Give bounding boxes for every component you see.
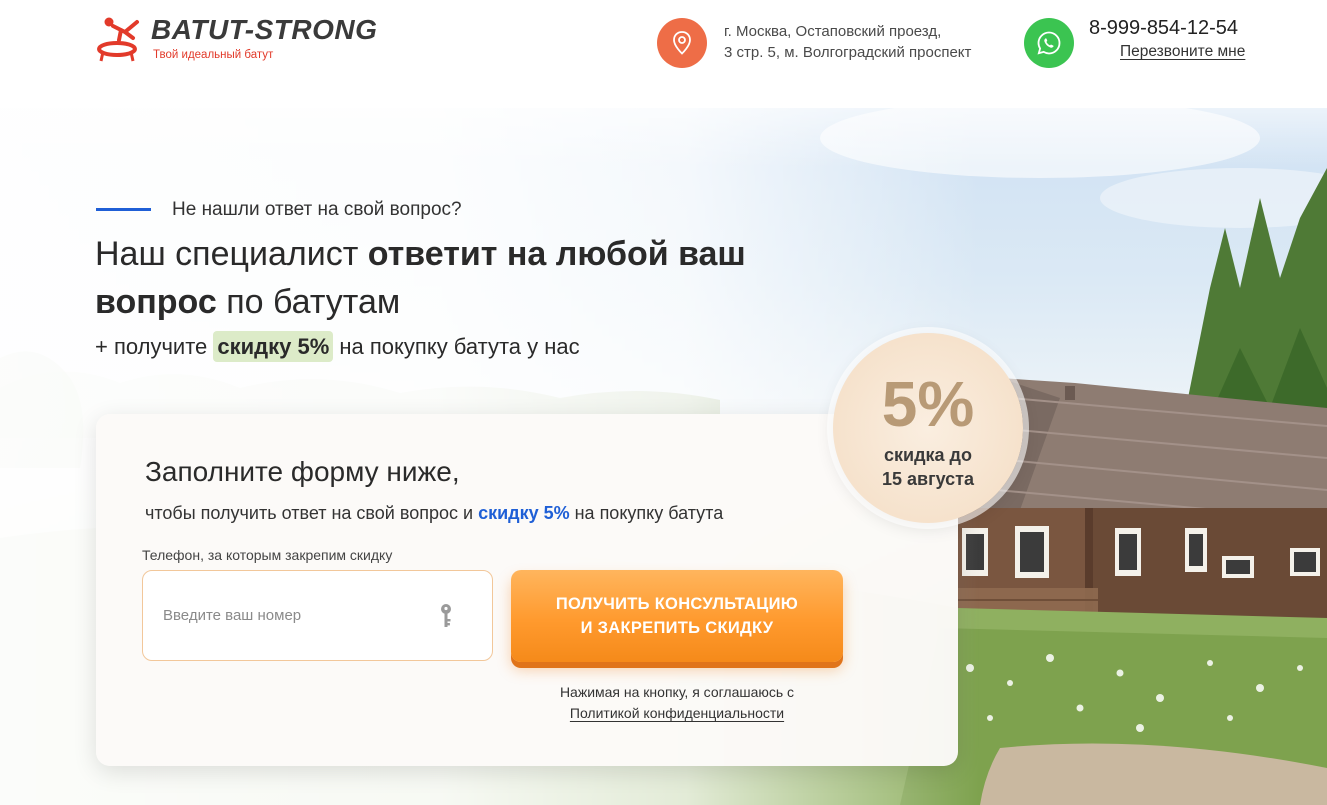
hero-subline: + получите скидку 5% на покупку батута у… (95, 331, 580, 362)
consent-note: Нажимая на кнопку, я соглашаюсь с Полити… (511, 682, 843, 724)
trampoline-jumper-icon (97, 17, 139, 62)
address-line-1: г. Москва, Остаповский проезд, (724, 23, 942, 40)
headline-part-1: Наш специалист (95, 235, 368, 273)
privacy-policy-link[interactable]: Политикой конфиденциальности (570, 705, 784, 721)
eyebrow-text: Не нашли ответ на свой вопрос? (172, 199, 462, 220)
hero-top-fade (0, 108, 1327, 168)
address-line-2: 3 стр. 5, м. Волгоградский проспект (724, 44, 972, 61)
form-subtitle-suffix: на покупку батута (569, 503, 724, 523)
badge-line-1: скидка до (884, 445, 972, 465)
badge-line-2: 15 августа (882, 469, 974, 489)
map-pin-icon (657, 18, 707, 68)
discount-badge: 5% скидка до 15 августа (833, 333, 1023, 523)
phone-input[interactable] (143, 571, 433, 660)
phone-field-label: Телефон, за которым закрепим скидку (142, 547, 393, 563)
headline-part-2: по батутам (216, 283, 401, 321)
key-icon (441, 604, 451, 627)
form-subtitle-prefix: чтобы получить ответ на свой вопрос и (145, 503, 479, 523)
logo-title: BATUT-STRONG (151, 14, 378, 45)
hero-headline: Наш специалист ответит на любой ваш вопр… (95, 230, 855, 326)
consent-text: Нажимая на кнопку, я соглашаюсь с (559, 684, 795, 700)
callback-link[interactable]: Перезвоните мне (1120, 43, 1245, 61)
subline-prefix: + получите (95, 334, 214, 359)
subline-highlight: скидку 5% (213, 331, 334, 362)
cta-line-1: ПОЛУЧИТЬ КОНСУЛЬТАЦИЮ (555, 595, 799, 613)
badge-percent: 5% (881, 368, 975, 440)
get-consultation-button[interactable]: ПОЛУЧИТЬ КОНСУЛЬТАЦИЮ И ЗАКРЕПИТЬ СКИДКУ (511, 570, 843, 662)
form-subtitle: чтобы получить ответ на свой вопрос и ск… (145, 503, 723, 524)
site-header: BATUT-STRONG Твой идеальный батут г. Мос… (0, 0, 1327, 108)
consultation-form-card: Заполните форму ниже, чтобы получить отв… (96, 414, 958, 766)
cta-line-2: И ЗАКРЕПИТЬ СКИДКУ (580, 619, 774, 637)
logo[interactable]: BATUT-STRONG Твой идеальный батут (97, 14, 397, 66)
eyebrow-line (96, 208, 151, 211)
whatsapp-icon[interactable] (1024, 18, 1074, 68)
phone-number[interactable]: 8-999-854-12-54 (1089, 17, 1238, 40)
badge-text: скидка до 15 августа (833, 443, 1023, 491)
logo-tagline: Твой идеальный батут (153, 49, 274, 61)
subline-suffix: на покупку батута у нас (333, 334, 580, 359)
phone-field (142, 570, 493, 661)
address: г. Москва, Остаповский проезд, 3 стр. 5,… (724, 21, 1014, 63)
form-subtitle-highlight: скидку 5% (478, 503, 570, 523)
form-title: Заполните форму ниже, (145, 456, 460, 487)
